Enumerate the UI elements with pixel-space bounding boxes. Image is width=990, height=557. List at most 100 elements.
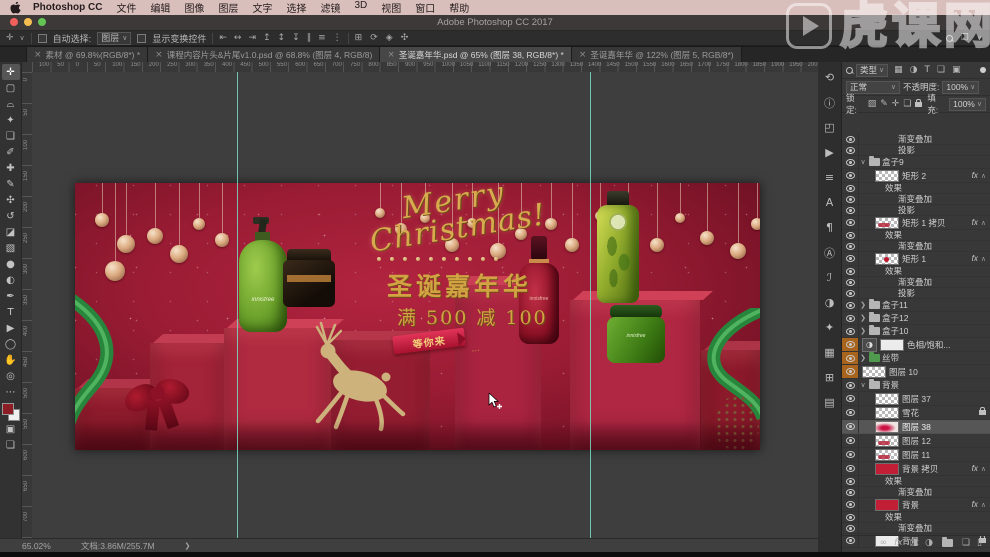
link-layers-icon[interactable]: ∞ xyxy=(880,538,888,548)
hand-tool[interactable]: ✋ xyxy=(2,352,20,368)
close-window-button[interactable] xyxy=(10,18,18,26)
layer-row[interactable]: 矩形 1 拷贝 fx ∧ xyxy=(842,216,990,230)
visibility-toggle[interactable] xyxy=(842,134,859,144)
lock-artboard-icon[interactable]: ❑ xyxy=(903,99,911,109)
layer-effect-row[interactable]: 渐变叠加 xyxy=(842,523,990,534)
visibility-toggle[interactable] xyxy=(842,169,859,182)
align-top-icon[interactable]: ↥ xyxy=(263,32,271,45)
menu-item-8[interactable]: 视图 xyxy=(381,0,401,15)
fx-badge[interactable]: fx xyxy=(972,464,978,473)
tab-close-icon[interactable]: × xyxy=(579,50,587,60)
zoom-window-button[interactable] xyxy=(38,18,46,26)
visibility-toggle[interactable] xyxy=(842,523,859,533)
fx-badge[interactable]: fx xyxy=(972,218,978,227)
adjustment-layer-icon[interactable]: ◑ xyxy=(925,538,933,548)
document-tab-3[interactable]: × 圣诞嘉年华 @ 122% (图层 5, RGB/8*) xyxy=(571,47,742,62)
app-menu-title[interactable]: Photoshop CC xyxy=(33,2,102,13)
show-transform-checkbox[interactable] xyxy=(137,33,147,43)
visibility-toggle[interactable] xyxy=(842,406,859,419)
layer-effect-row[interactable]: 投影 xyxy=(842,145,990,156)
minimize-window-button[interactable] xyxy=(24,18,32,26)
filter-adjustment-icon[interactable]: ◑ xyxy=(910,65,918,75)
visibility-toggle[interactable] xyxy=(842,288,859,298)
align-bottom-icon[interactable]: ↧ xyxy=(292,32,300,45)
layer-group-row[interactable]: ❯ 盒子11 xyxy=(842,299,990,312)
character-styles-panel-icon[interactable]: ℐ xyxy=(820,265,840,290)
layer-group-row[interactable]: ∨ 盒子9 xyxy=(842,156,990,169)
visibility-toggle[interactable] xyxy=(842,230,859,240)
tab-close-icon[interactable]: × xyxy=(34,50,42,60)
layer-group-row[interactable]: ∨ 背景 xyxy=(842,379,990,392)
filter-smart-object-icon[interactable]: ▣ xyxy=(952,65,961,75)
visibility-toggle[interactable] xyxy=(842,434,859,447)
visibility-toggle[interactable] xyxy=(842,145,859,155)
layer-row[interactable]: ◑ 色相/饱和... xyxy=(842,337,990,352)
more-tools[interactable]: ⋯ xyxy=(2,384,20,400)
menu-item-9[interactable]: 窗口 xyxy=(415,0,435,15)
history-brush-tool[interactable]: ↺ xyxy=(2,208,20,224)
tab-close-icon[interactable]: × xyxy=(387,50,395,60)
visibility-toggle[interactable] xyxy=(842,392,859,405)
character-panel-icon[interactable]: A xyxy=(820,190,840,215)
3d-rotate-icon[interactable]: ⟳ xyxy=(370,32,378,45)
lasso-tool[interactable]: ⌓ xyxy=(2,96,20,112)
status-chevron-icon[interactable]: ❯ xyxy=(185,542,191,550)
document-tab-0[interactable]: × 素材 @ 69.8%(RGB/8*) * xyxy=(27,47,149,62)
actions-panel-icon[interactable]: ▶ xyxy=(820,140,840,165)
layer-row[interactable]: 雪花 xyxy=(842,406,990,420)
zoom-tool[interactable]: ◎ xyxy=(2,368,20,384)
filter-pixel-icon[interactable]: ▦ xyxy=(894,65,903,75)
layer-effect-row[interactable]: 投影 xyxy=(842,288,990,299)
document-canvas[interactable]: innisfree innisfree innisfree Merry Chri… xyxy=(32,72,818,538)
caret-closed-icon[interactable]: ❯ xyxy=(859,301,867,309)
caret-closed-icon[interactable]: ❯ xyxy=(859,314,867,322)
visibility-toggle[interactable] xyxy=(842,365,859,378)
visibility-toggle[interactable] xyxy=(842,266,859,276)
collapse-effects-icon[interactable]: ∧ xyxy=(981,219,986,227)
quick-mask-button[interactable]: ▣ xyxy=(2,421,20,437)
collapse-effects-icon[interactable]: ∧ xyxy=(981,465,986,473)
visibility-toggle[interactable] xyxy=(842,352,859,364)
healing-brush-tool[interactable]: ✚ xyxy=(2,160,20,176)
screen-mode-button[interactable]: ❏ xyxy=(2,437,20,453)
filter-type-dropdown[interactable]: 类型 ∨ xyxy=(856,63,889,77)
collapse-effects-icon[interactable]: ∧ xyxy=(981,501,986,509)
distribute-v-icon[interactable]: ≡ xyxy=(318,32,326,45)
swatches-panel-icon[interactable]: ▦ xyxy=(820,340,840,365)
layer-group-row[interactable]: ❯ 盒子12 xyxy=(842,312,990,325)
layer-row[interactable]: 图层 12 xyxy=(842,434,990,448)
fill-dropdown[interactable]: 100% ∨ xyxy=(949,97,986,111)
marquee-tool[interactable]: ▢ xyxy=(2,80,20,96)
visibility-toggle[interactable] xyxy=(842,241,859,251)
shape-tool[interactable]: ◯ xyxy=(2,336,20,352)
workspace-icon[interactable]: ❐ xyxy=(961,32,969,45)
auto-align-icon[interactable]: ⊞ xyxy=(355,32,363,45)
history-panel-icon[interactable]: ⟲ xyxy=(820,65,840,90)
menu-item-3[interactable]: 图层 xyxy=(218,0,238,15)
pen-tool[interactable]: ✒ xyxy=(2,288,20,304)
layer-effect-row[interactable]: 渐变叠加 xyxy=(842,241,990,252)
align-left-icon[interactable]: ⇤ xyxy=(219,32,227,45)
layer-effect-row[interactable]: 渐变叠加 xyxy=(842,194,990,205)
path-select-tool[interactable]: ▶ xyxy=(2,320,20,336)
lock-pixels-icon[interactable]: ✎ xyxy=(880,99,888,109)
layer-effect-row[interactable]: 投影 xyxy=(842,205,990,216)
visibility-toggle[interactable] xyxy=(842,183,859,193)
add-mask-icon[interactable]: ◨ xyxy=(910,538,919,548)
apple-icon[interactable] xyxy=(10,1,23,14)
layer-row[interactable]: 背景 拷贝 fx ∧ xyxy=(842,462,990,476)
layer-row[interactable]: 图层 38 xyxy=(842,420,990,434)
clone-stamp-tool[interactable]: ✣ xyxy=(2,192,20,208)
layer-row[interactable]: 矩形 2 fx ∧ xyxy=(842,169,990,183)
lock-all-icon[interactable] xyxy=(915,98,923,107)
delete-layer-icon[interactable]: ▯ xyxy=(977,538,982,548)
menu-item-1[interactable]: 编辑 xyxy=(150,0,170,15)
zoom-level[interactable]: 65.02% xyxy=(22,541,51,551)
visibility-toggle[interactable] xyxy=(842,277,859,287)
properties-panel-icon[interactable]: ≡ xyxy=(820,165,840,190)
visibility-toggle[interactable] xyxy=(842,299,859,311)
crop-tool[interactable]: ❑ xyxy=(2,128,20,144)
new-group-icon[interactable] xyxy=(941,536,953,547)
auto-select-checkbox[interactable] xyxy=(37,33,47,43)
filter-pin-icon[interactable] xyxy=(980,67,986,73)
